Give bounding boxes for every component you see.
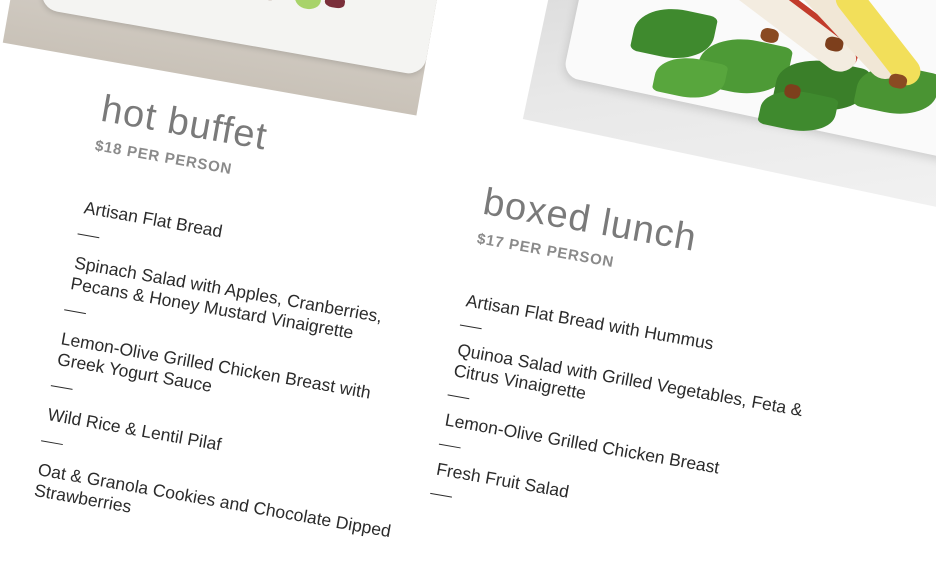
divider [77,233,100,239]
menu-items: Artisan Flat Bread Spinach Salad with Ap… [33,197,441,563]
divider [438,443,461,449]
boxed-lunch-menu: boxed lunch $17 PER PERSON Artisan Flat … [430,181,862,574]
divider [430,492,452,498]
divider [41,440,63,446]
divider [50,385,73,390]
food-photo-right [522,0,936,215]
plate [39,0,438,77]
divider [447,394,470,400]
divider [459,324,482,330]
hot-buffet-menu: hot buffet $18 PER PERSON Artisan Flat B… [33,88,460,563]
menu-items: Artisan Flat Bread with Hummus Quinoa Sa… [430,290,842,560]
divider [64,309,86,315]
food-photo-left [2,0,438,116]
